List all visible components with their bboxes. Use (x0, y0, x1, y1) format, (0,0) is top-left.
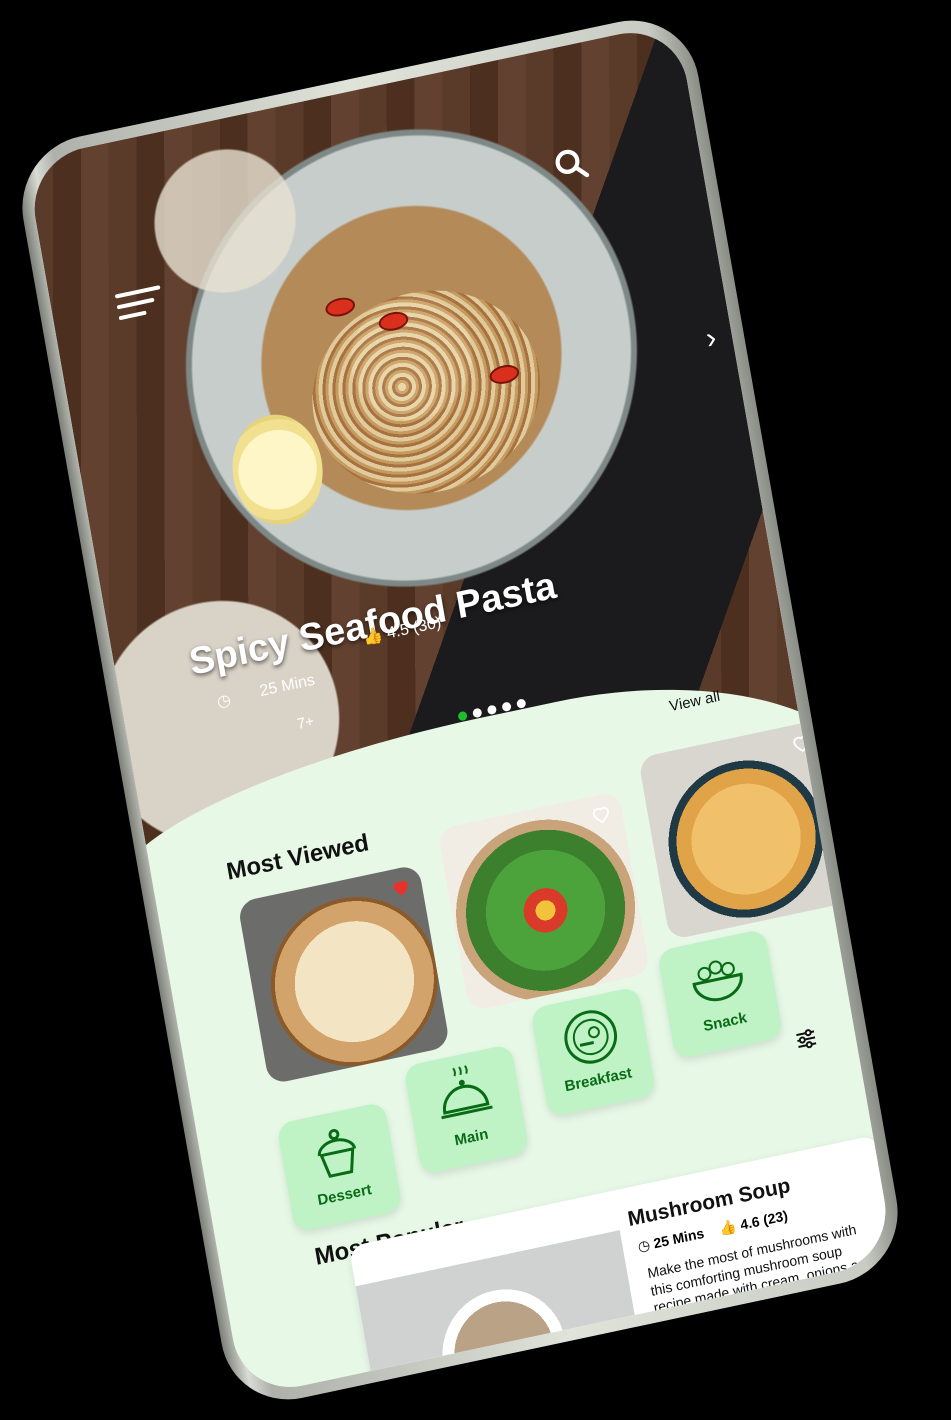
hero-ingredients-more[interactable]: 7+ (296, 713, 316, 733)
bowl-icon (692, 960, 743, 1002)
phone-frame: › Spicy Seafood Pasta 👍 4.5 (30) ◷ 25 Mi… (11, 7, 909, 1413)
soup-image (355, 1230, 653, 1399)
most-viewed-card-pie[interactable] (237, 864, 451, 1085)
cloche-icon (441, 1065, 493, 1120)
filter-icon[interactable] (792, 1025, 820, 1054)
cart-icon[interactable] (519, 1366, 565, 1399)
home-icon[interactable] (621, 1344, 667, 1392)
plate-egg-icon (564, 1010, 618, 1064)
category-snack[interactable]: Snack (656, 928, 784, 1060)
heart-outline-icon[interactable] (588, 801, 613, 827)
category-dessert[interactable]: Dessert (276, 1101, 404, 1233)
search-icon[interactable] (551, 144, 590, 185)
thumbs-up-icon: 👍 (718, 1217, 738, 1238)
category-breakfast[interactable]: Breakfast (529, 986, 657, 1118)
recipe-time: 25 Mins (652, 1224, 706, 1252)
heart-filled-icon[interactable] (388, 874, 413, 900)
chili (324, 295, 357, 320)
profile-icon[interactable] (824, 1301, 870, 1349)
clock-icon: ◷ (636, 1236, 652, 1255)
most-viewed-card-risotto[interactable] (637, 719, 852, 941)
most-viewed-card-salad[interactable] (437, 790, 651, 1012)
recipe-rating: 4.6 (23) (738, 1207, 789, 1233)
thumbs-up-icon: 👍 (361, 626, 385, 648)
info-icon[interactable] (418, 1387, 464, 1399)
category-main[interactable]: Main (403, 1043, 530, 1176)
heart-outline-icon[interactable] (789, 730, 814, 756)
app-screen: › Spicy Seafood Pasta 👍 4.5 (30) ◷ 25 Mi… (25, 21, 895, 1399)
cupcake-icon (317, 1128, 357, 1178)
heart-icon[interactable] (723, 1323, 769, 1371)
clock-icon: ◷ (215, 691, 233, 712)
